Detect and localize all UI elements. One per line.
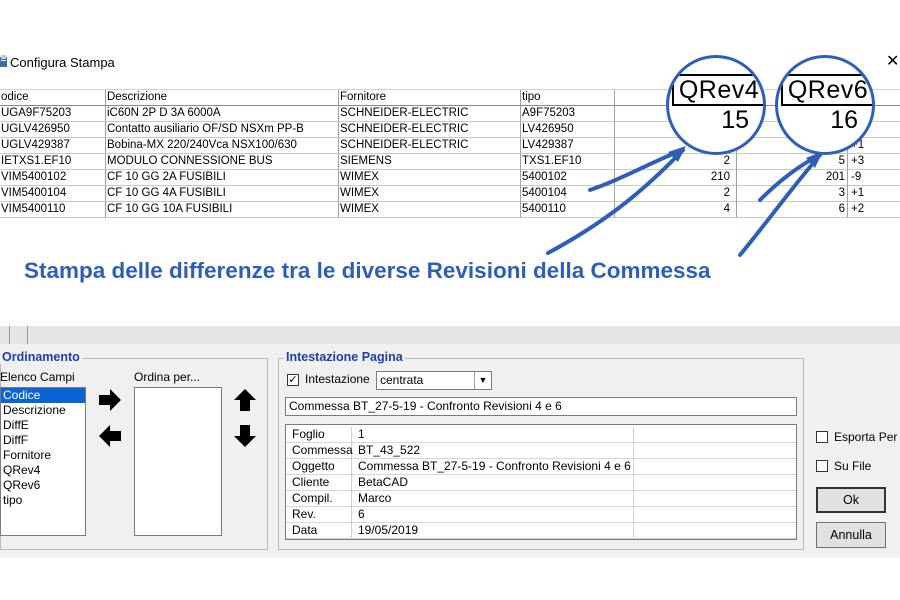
info-key: Compil. <box>286 491 352 507</box>
info-value[interactable]: Marco <box>352 491 634 507</box>
caption: Stampa delle differenze tra le diverse R… <box>24 258 711 283</box>
info-row[interactable]: Compil. Marco <box>286 491 796 507</box>
info-value[interactable]: 19/05/2019 <box>352 523 634 539</box>
info-extra <box>634 475 796 491</box>
scroll-bar[interactable] <box>0 326 900 344</box>
ok-button[interactable]: Ok <box>816 487 886 513</box>
su-file-checkbox[interactable] <box>816 460 828 472</box>
header-info-table[interactable]: Foglio 1 Commessa BT_43_522 Oggetto Comm… <box>285 424 797 540</box>
info-row[interactable]: Cliente BetaCAD <box>286 475 796 491</box>
info-key: Oggetto <box>286 459 352 475</box>
annulla-button[interactable]: Annulla <box>816 522 886 548</box>
zoom-value: 15 <box>721 106 749 134</box>
arrow-up-icon[interactable] <box>232 387 258 413</box>
list-item[interactable]: Fornitore <box>1 448 85 463</box>
list-item[interactable]: QRev4 <box>1 463 85 478</box>
intestazione-checkbox[interactable]: ✓ <box>287 374 299 386</box>
zoom-callout-qrev6: QRev6 16 <box>775 55 875 155</box>
su-file-label: Su File <box>834 459 872 473</box>
info-key: Rev. <box>286 507 352 523</box>
info-row[interactable]: Commessa BT_43_522 <box>286 443 796 459</box>
info-extra <box>634 507 796 523</box>
info-row[interactable]: Rev. 6 <box>286 507 796 523</box>
list-item[interactable]: QRev6 <box>1 478 85 493</box>
info-extra <box>634 443 796 459</box>
list-item[interactable]: tipo <box>1 493 85 508</box>
zoom-header: QRev6 <box>781 74 872 106</box>
info-extra <box>634 427 796 443</box>
info-value[interactable]: BetaCAD <box>352 475 634 491</box>
arrow-left-icon[interactable] <box>97 423 123 449</box>
info-row[interactable]: Data 19/05/2019 <box>286 523 796 539</box>
info-key: Cliente <box>286 475 352 491</box>
header-text-field[interactable]: Commessa BT_27-5-19 - Confronto Revision… <box>285 397 797 416</box>
fields-label: Elenco Campi <box>0 370 75 384</box>
ordinamento-title: Ordinamento <box>0 350 82 364</box>
info-extra <box>634 459 796 475</box>
intestazione-label: Intestazione <box>305 372 370 386</box>
alignment-select[interactable]: centrata ▼ <box>376 371 492 390</box>
list-item[interactable]: DiffE <box>1 418 85 433</box>
bottom-area <box>0 558 900 600</box>
arrow-down-icon[interactable] <box>232 423 258 449</box>
info-key: Commessa <box>286 443 353 459</box>
list-item[interactable]: Codice <box>1 388 85 403</box>
info-value[interactable]: 1 <box>352 427 634 443</box>
arrow-right-icon[interactable] <box>97 387 123 413</box>
scroll-cell[interactable] <box>0 326 10 344</box>
scroll-cell[interactable] <box>10 326 28 344</box>
list-item[interactable]: DiffF <box>1 433 85 448</box>
intestazione-title: Intestazione Pagina <box>284 350 405 364</box>
list-item[interactable]: Descrizione <box>1 403 85 418</box>
esporta-checkbox[interactable] <box>816 431 828 443</box>
info-value[interactable]: BT_43_522 <box>352 443 634 459</box>
info-key: Data <box>286 523 352 539</box>
fields-list[interactable]: Codice Descrizione DiffE DiffF Fornitore… <box>0 387 86 536</box>
alignment-value: centrata <box>380 373 424 387</box>
zoom-header: QRev4 <box>672 74 763 106</box>
info-value[interactable]: Commessa BT_27-5-19 - Confronto Revision… <box>352 459 634 475</box>
zoom-callout-qrev4: QRev4 15 <box>666 55 766 155</box>
info-extra <box>634 491 796 507</box>
esporta-label: Esporta Per <box>834 430 898 444</box>
zoom-value: 16 <box>830 106 858 134</box>
order-list[interactable] <box>134 387 222 536</box>
info-row[interactable]: Oggetto Commessa BT_27-5-19 - Confronto … <box>286 459 796 475</box>
info-key: Foglio <box>286 427 352 443</box>
info-value[interactable]: 6 <box>352 507 634 523</box>
dropdown-arrow-icon[interactable]: ▼ <box>474 372 491 389</box>
info-extra <box>634 523 796 539</box>
order-label: Ordina per... <box>134 370 201 384</box>
info-row[interactable]: Foglio 1 <box>286 427 796 443</box>
